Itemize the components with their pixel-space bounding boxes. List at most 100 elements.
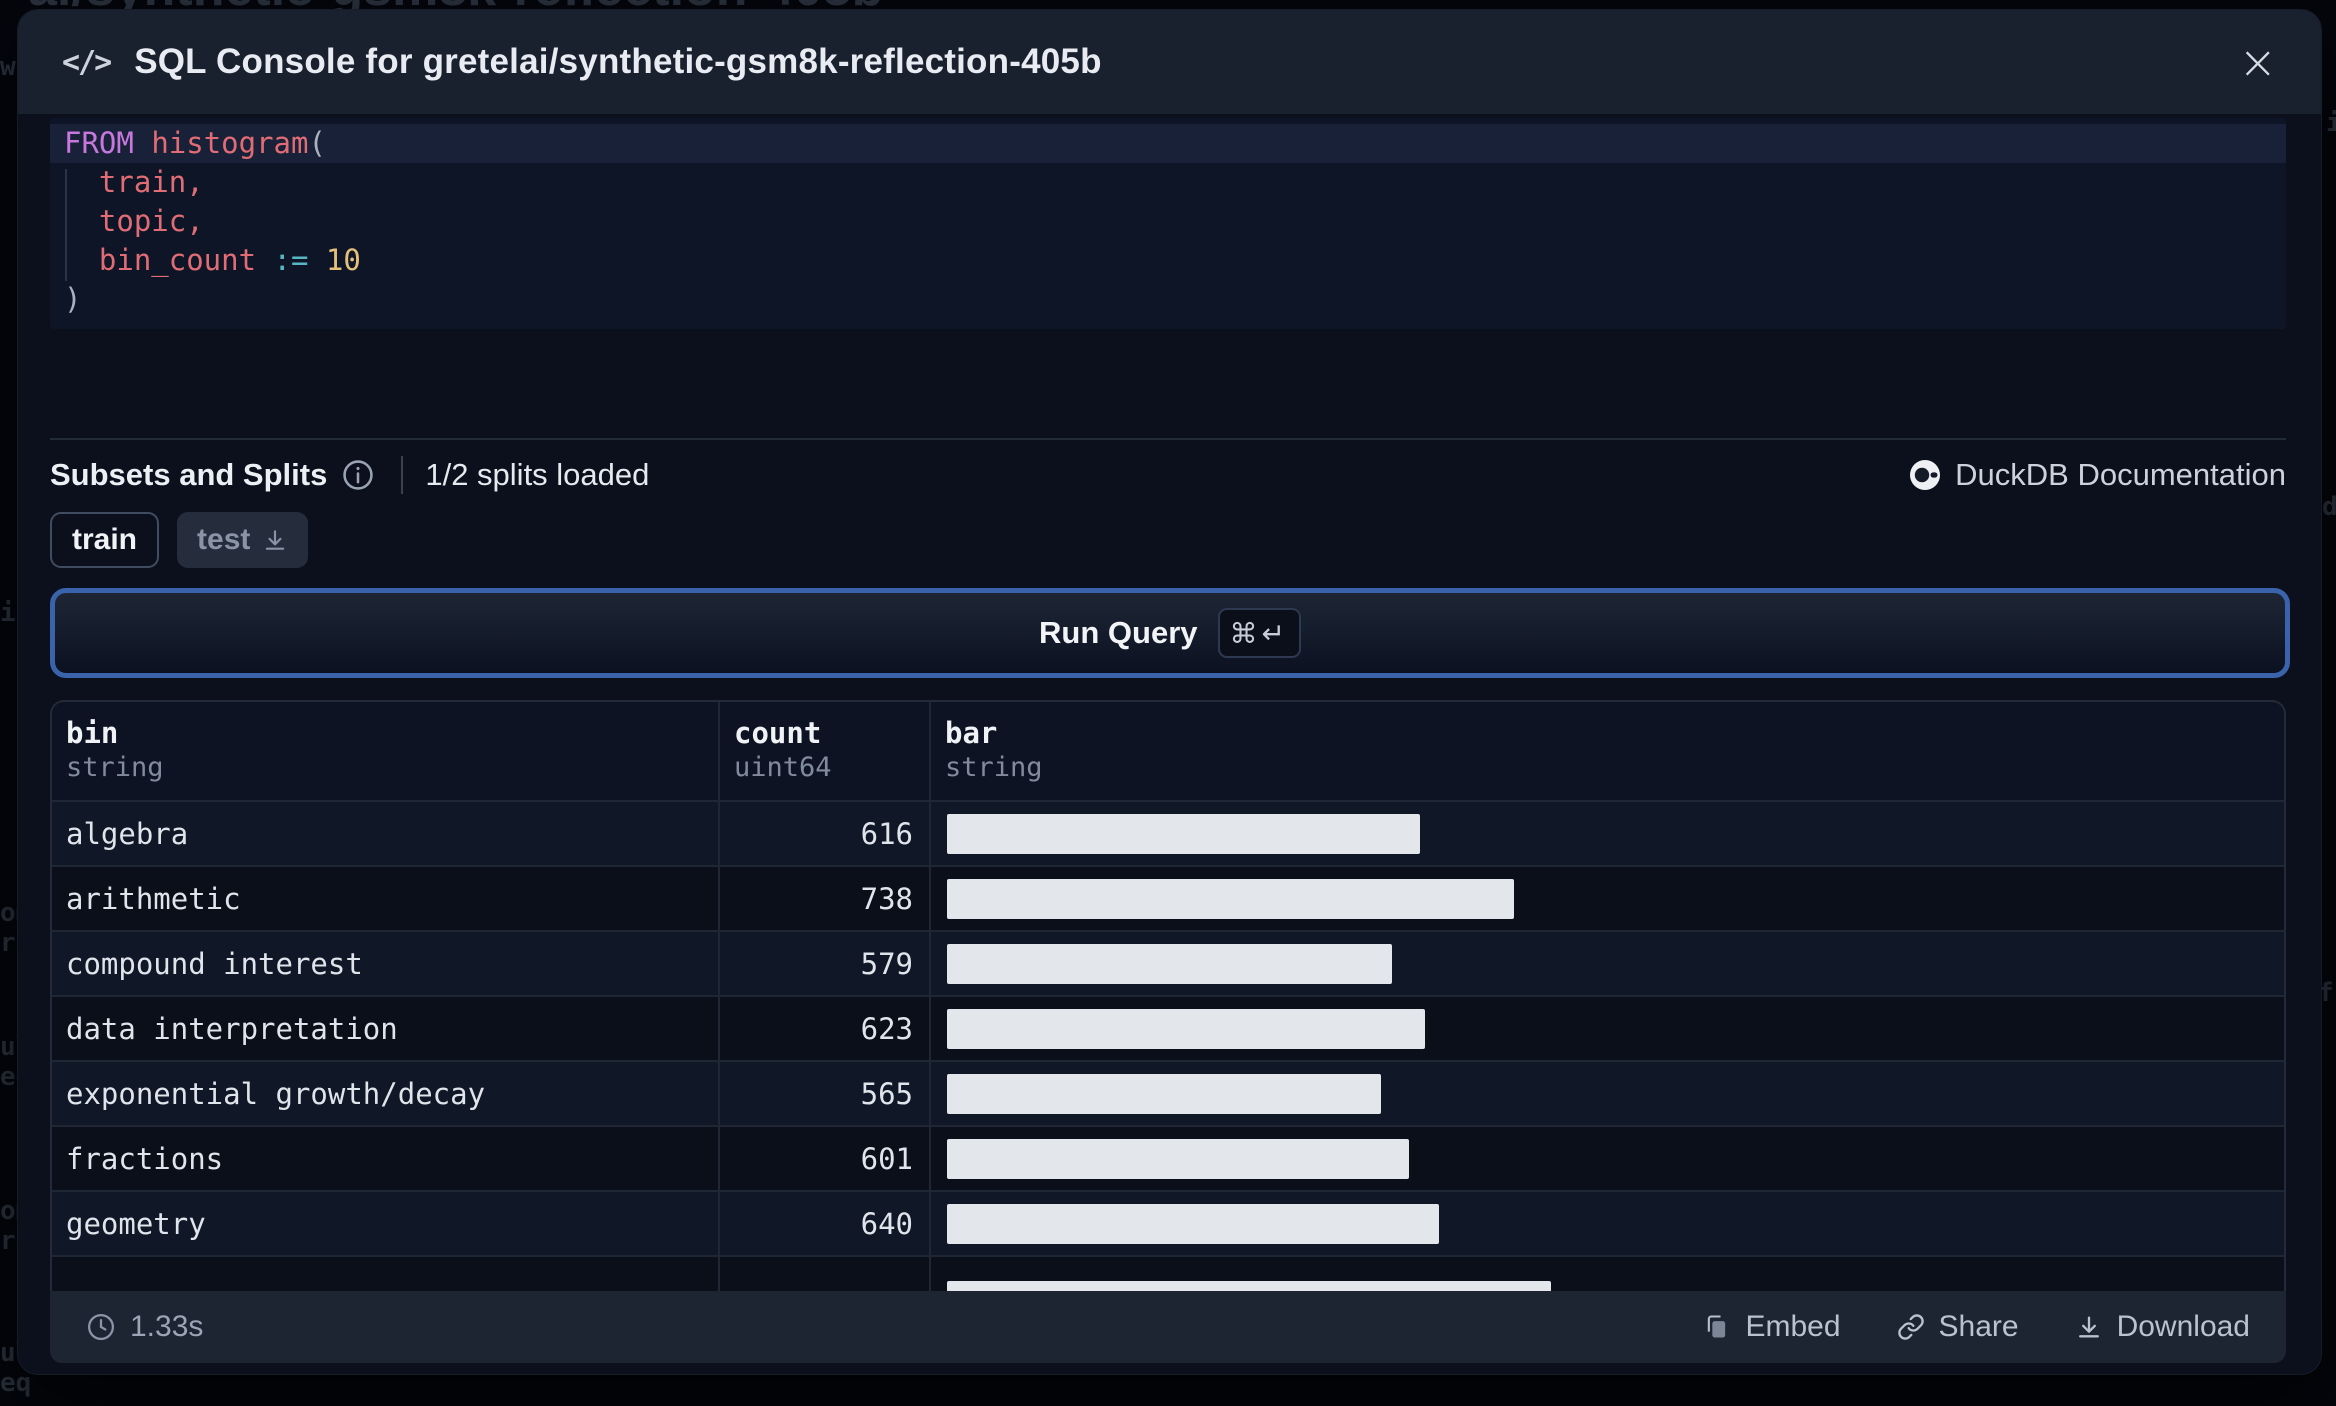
query-elapsed-time: 1.33s — [86, 1310, 203, 1344]
column-type: string — [66, 752, 164, 783]
code-line-1: FROM histogram( — [50, 124, 2286, 163]
histogram-bar — [947, 1138, 1409, 1179]
code-token: := — [273, 243, 309, 277]
duckdb-docs-link[interactable]: DuckDB Documentation — [1909, 457, 2286, 493]
code-token: topic, — [98, 204, 204, 238]
close-icon[interactable]: × — [2238, 39, 2277, 85]
table-row: exponential growth/decay 565 — [52, 1060, 2284, 1125]
bin-cell — [52, 1257, 718, 1291]
code-token: train, — [98, 165, 204, 199]
code-token: FROM — [64, 126, 134, 160]
sql-console-modal: </> SQL Console for gretelai/synthetic-g… — [18, 10, 2321, 1374]
code-token: ) — [64, 282, 82, 316]
sql-editor[interactable]: FROM histogram( train, topic, bin_count … — [50, 118, 2286, 329]
splits-loaded-status: 1/2 splits loaded — [425, 457, 650, 492]
code-line-5: ) — [50, 280, 2286, 319]
column-header-bar: bar string — [929, 702, 2284, 800]
table-row: geometry 640 — [52, 1190, 2284, 1255]
code-line-3: topic, — [50, 202, 2286, 241]
table-header-row: bin string count uint64 bar string — [52, 702, 2284, 800]
split-pill-train[interactable]: train — [50, 512, 160, 568]
code-token: histogram — [151, 126, 309, 160]
subsets-row: Subsets and Splits 1/2 splits loaded Duc… — [50, 456, 2286, 494]
bar-cell — [929, 932, 2284, 995]
bin-cell: compound interest — [66, 946, 363, 981]
dimmed-background-text: is — [2326, 108, 2336, 138]
results-footer: 1.33s Embed Share Download — [50, 1291, 2286, 1363]
modal-body: FROM histogram( train, topic, bin_count … — [18, 114, 2321, 1363]
run-query-button[interactable]: Run Query ⌘↵ — [50, 588, 2290, 678]
count-cell: 601 — [718, 1127, 929, 1190]
embed-button[interactable]: Embed — [1703, 1310, 1841, 1344]
share-label: Share — [1938, 1310, 2019, 1343]
download-button[interactable]: Download — [2075, 1310, 2250, 1344]
duckdb-logo-icon — [1909, 459, 1941, 491]
code-icon: </> — [62, 44, 112, 80]
column-type: uint64 — [734, 752, 832, 783]
column-type: string — [945, 752, 1043, 783]
bar-cell — [929, 802, 2284, 865]
histogram-bar — [947, 1008, 1425, 1049]
table-row: data interpretation 623 — [52, 995, 2284, 1060]
elapsed-label: 1.33s — [130, 1310, 204, 1343]
table-row: fractions 601 — [52, 1125, 2284, 1190]
bin-cell: algebra — [66, 816, 189, 851]
count-cell: 565 — [718, 1062, 929, 1125]
dimmed-background-text: w — [0, 52, 16, 82]
column-header-count: count uint64 — [718, 702, 929, 800]
bar-cell — [929, 867, 2284, 930]
download-label: Download — [2116, 1310, 2250, 1343]
split-pill-train-label: train — [72, 523, 138, 556]
bin-cell: data interpretation — [66, 1011, 398, 1046]
info-icon[interactable] — [341, 458, 375, 492]
duckdb-docs-label: DuckDB Documentation — [1955, 457, 2286, 492]
count-cell: 640 — [718, 1192, 929, 1255]
bin-cell: geometry — [66, 1206, 206, 1241]
table-row: arithmetic 738 — [52, 865, 2284, 930]
keyboard-shortcut-badge: ⌘↵ — [1217, 608, 1301, 658]
bin-cell: exponential growth/decay — [66, 1076, 486, 1111]
code-line-4: bin_count := 10 — [50, 241, 2286, 280]
histogram-bar — [947, 1281, 1551, 1291]
share-button[interactable]: Share — [1897, 1310, 2019, 1344]
dimmed-background-text: d — [2322, 492, 2336, 522]
table-row-partial — [52, 1255, 2284, 1291]
histogram-bar — [947, 878, 1514, 919]
vertical-separator — [401, 456, 404, 494]
download-icon — [2075, 1313, 2103, 1341]
modal-title: SQL Console for gretelai/synthetic-gsm8k… — [134, 42, 1102, 81]
split-pills: train test — [50, 512, 2289, 568]
histogram-bar — [947, 1203, 1439, 1244]
code-token: bin_count — [98, 243, 257, 277]
count-cell — [718, 1257, 929, 1291]
bar-cell — [929, 997, 2284, 1060]
count-cell: 616 — [718, 802, 929, 865]
column-name: bar — [945, 716, 998, 750]
footer-actions: Embed Share Download — [1703, 1310, 2250, 1344]
bar-cell — [929, 1127, 2284, 1190]
bar-cell — [929, 1192, 2284, 1255]
code-token: ( — [308, 126, 326, 160]
table-row: compound interest 579 — [52, 930, 2284, 995]
table-row: algebra 616 — [52, 800, 2284, 865]
column-name: bin — [66, 716, 119, 750]
histogram-bar — [947, 943, 1392, 984]
count-cell: 579 — [718, 932, 929, 995]
split-pill-test-label: test — [197, 523, 251, 556]
code-line-2: train, — [50, 163, 2286, 202]
results-table: bin string count uint64 bar string algeb… — [50, 700, 2286, 1291]
column-header-bin: bin string — [52, 702, 718, 800]
download-split-icon — [262, 527, 288, 553]
bar-cell — [929, 1062, 2284, 1125]
histogram-bar — [947, 813, 1420, 854]
embed-label: Embed — [1745, 1310, 1841, 1343]
bin-cell: fractions — [66, 1141, 224, 1176]
clock-icon — [86, 1312, 116, 1342]
split-pill-test[interactable]: test — [177, 512, 309, 568]
